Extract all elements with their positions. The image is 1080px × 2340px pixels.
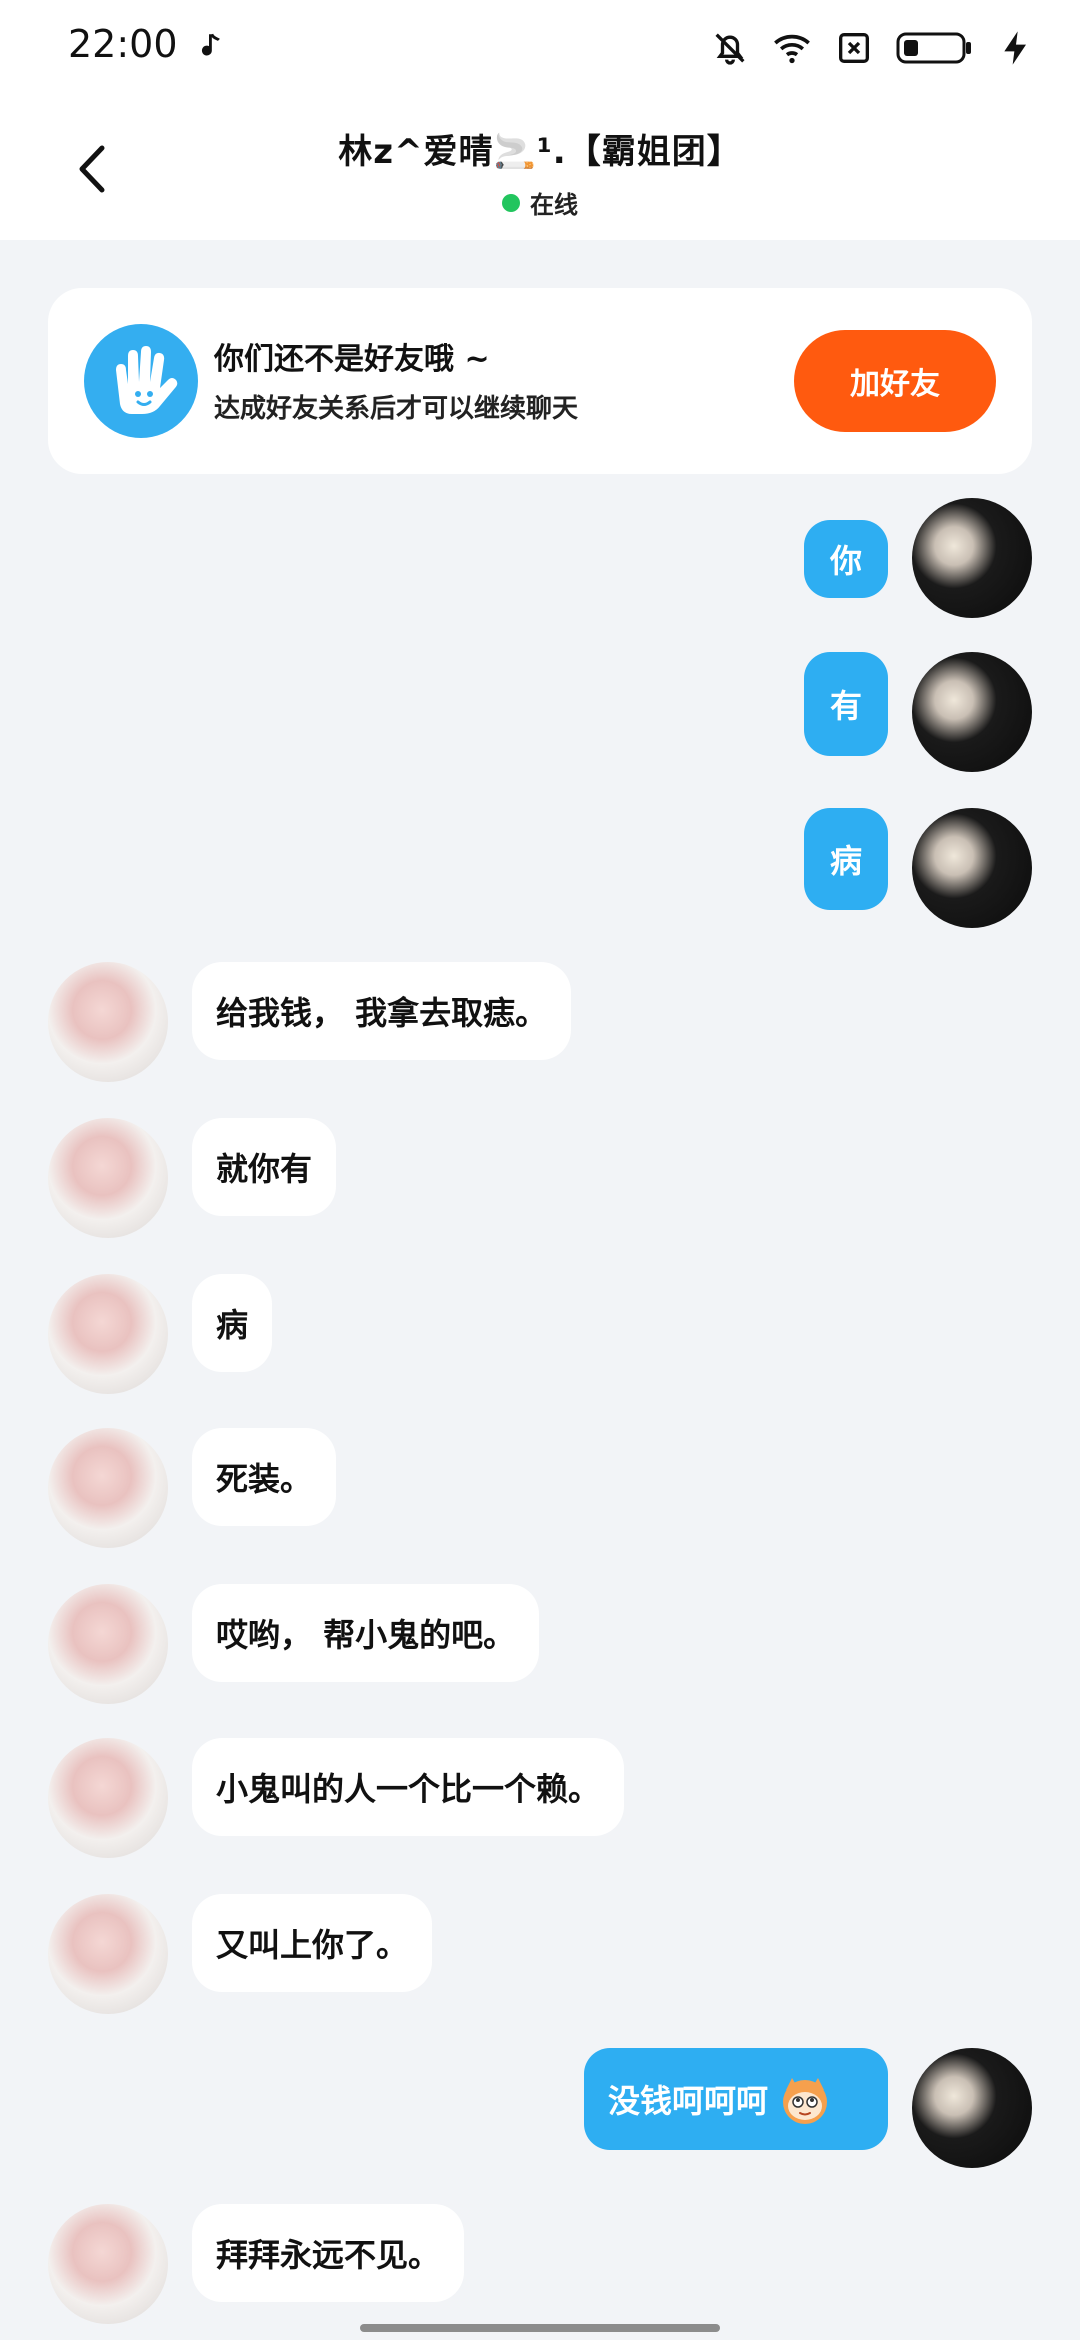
message-bubble[interactable]: 病 [192, 1274, 273, 1372]
message-bubble[interactable]: 给我钱， 我拿去取痣。 [192, 962, 572, 1060]
message-bubble[interactable]: 小鬼叫的人一个比一个赖。 [192, 1738, 625, 1836]
not-friends-card: 你们还不是好友哦 ~ 达成好友关系后才可以继续聊天 加好友 [48, 288, 1032, 474]
sim-off-icon [839, 33, 869, 63]
contact-avatar[interactable] [48, 1274, 168, 1394]
chat-header: 林z^爱晴🚬¹.【霸姐团】 在线 [0, 96, 1080, 240]
card-title: 你们还不是好友哦 ~ [214, 342, 490, 377]
mute-bell-icon [715, 33, 745, 65]
message-bubble[interactable]: 病 [804, 808, 888, 910]
contact-avatar[interactable] [48, 962, 168, 1082]
wifi-icon [774, 34, 810, 64]
music-note-icon [201, 33, 220, 56]
online-status-label: 在线 [530, 191, 578, 219]
contact-avatar[interactable] [48, 1894, 168, 2014]
header-title-block: 林z^爱晴🚬¹.【霸姐团】 在线 [0, 124, 1080, 220]
status-time: 22:00 [68, 22, 178, 66]
message-bubble[interactable]: 又叫上你了。 [192, 1894, 433, 1992]
self-avatar[interactable] [912, 2048, 1032, 2168]
online-dot-icon [502, 193, 520, 212]
self-avatar[interactable] [912, 808, 1032, 928]
message-bubble[interactable]: 有 [804, 652, 888, 756]
contact-avatar[interactable] [48, 2204, 168, 2324]
message-bubble[interactable]: 就你有 [192, 1118, 337, 1216]
message-text: 没钱呵呵呵 [608, 2082, 769, 2120]
self-avatar[interactable] [912, 652, 1032, 772]
home-indicator[interactable] [360, 2324, 720, 2332]
status-bar: 22:00 [0, 0, 1080, 96]
card-subtitle: 达成好友关系后才可以继续聊天 [214, 394, 579, 424]
message-bubble[interactable]: 死装。 [192, 1428, 337, 1526]
contact-avatar[interactable] [48, 1428, 168, 1548]
message-bubble[interactable]: 拜拜永远不见。 [192, 2204, 465, 2302]
self-avatar[interactable] [912, 498, 1032, 618]
contact-avatar[interactable] [48, 1118, 168, 1238]
message-bubble[interactable]: 你 [804, 520, 888, 598]
add-friend-button[interactable]: 加好友 [794, 330, 996, 432]
message-bubble[interactable]: 哎哟， 帮小鬼的吧。 [192, 1584, 540, 1682]
contact-avatar[interactable] [48, 1738, 168, 1858]
chat-title: 林z^爱晴🚬¹.【霸姐团】 [338, 132, 742, 172]
online-status: 在线 [0, 185, 1080, 220]
message-bubble[interactable]: 没钱呵呵呵 [584, 2048, 888, 2150]
charging-bolt-icon [1004, 31, 1026, 65]
smirk-emoji-icon [783, 2078, 828, 2124]
waving-hand-icon [84, 324, 198, 438]
contact-avatar[interactable] [48, 1584, 168, 1704]
battery-icon [896, 32, 971, 64]
